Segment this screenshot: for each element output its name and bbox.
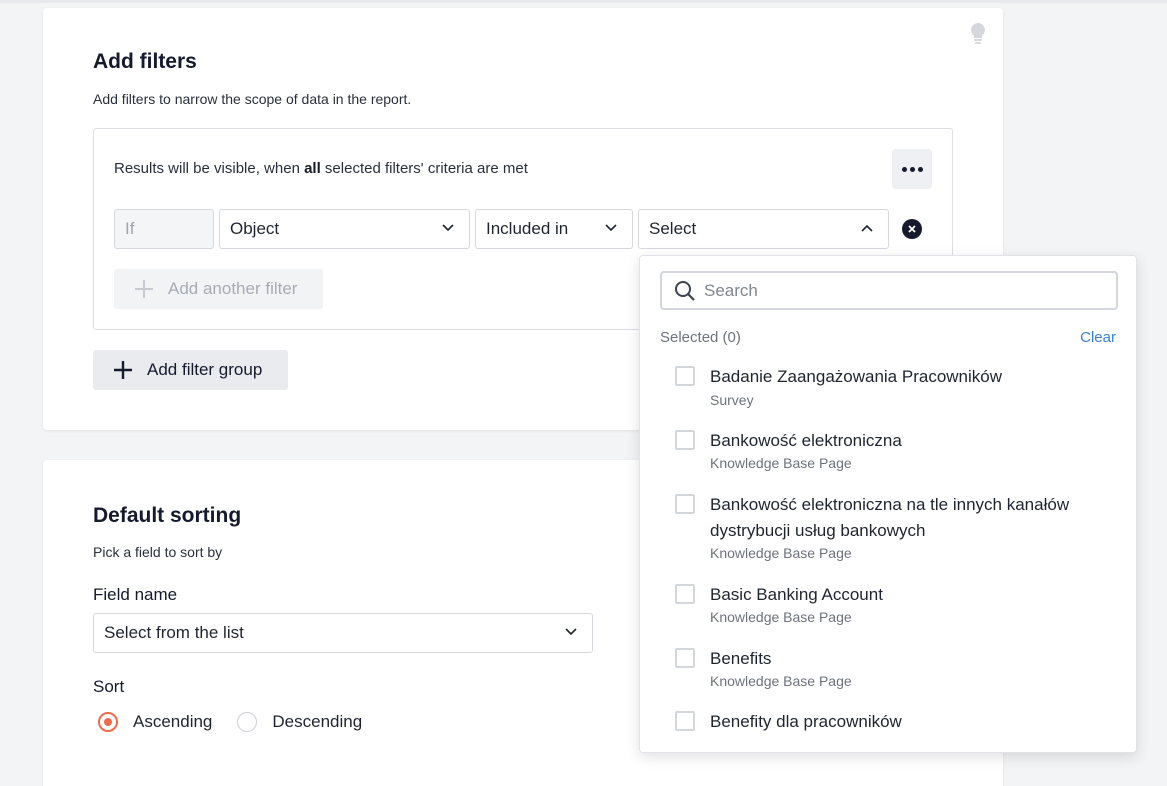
close-icon [908, 225, 916, 233]
chevron-down-icon [565, 628, 577, 636]
more-options-button[interactable] [892, 149, 932, 189]
sorting-title: Default sorting [93, 504, 242, 527]
checkbox[interactable] [675, 711, 695, 731]
if-label-field: If [114, 209, 214, 249]
sorting-description: Pick a field to sort by [93, 544, 223, 560]
sort-direction-group: Ascending Descending [98, 712, 387, 732]
operator-select[interactable]: Included in [475, 209, 633, 249]
dot [917, 166, 923, 172]
chevron-up-icon [861, 224, 873, 232]
clear-link[interactable]: Clear [1080, 329, 1116, 346]
dot [909, 166, 915, 172]
checkbox[interactable] [675, 430, 695, 450]
sort-label: Sort [93, 677, 125, 696]
sort-field-select[interactable]: Select from the list [93, 613, 593, 653]
sort-ascending-option[interactable]: Ascending [98, 712, 212, 732]
object-select[interactable]: Object [219, 209, 470, 249]
checkbox[interactable] [675, 494, 695, 514]
radio-ascending[interactable] [98, 712, 118, 732]
filters-title: Add filters [93, 50, 197, 73]
dot [901, 166, 907, 172]
radio-descending[interactable] [237, 712, 258, 732]
plus-icon [135, 280, 153, 298]
value-select[interactable]: Select [638, 209, 889, 249]
add-filter-group-button[interactable]: Add filter group [93, 350, 288, 390]
filter-group-note: Results will be visible, when all select… [114, 160, 528, 177]
top-divider [0, 0, 1167, 3]
remove-filter-button[interactable] [902, 219, 922, 239]
checkbox[interactable] [675, 366, 695, 386]
select-dropdown-panel: Selected (0) Clear Badanie Zaangażowania… [639, 255, 1137, 753]
filters-description: Add filters to narrow the scope of data … [93, 91, 412, 107]
dropdown-search[interactable] [660, 271, 1118, 310]
lightbulb-icon[interactable] [969, 22, 987, 44]
plus-icon [114, 361, 132, 379]
search-icon [675, 280, 695, 301]
add-another-filter-button[interactable]: Add another filter [114, 269, 323, 309]
selected-count: Selected (0) [660, 329, 741, 346]
checkbox[interactable] [675, 648, 695, 668]
checkbox[interactable] [675, 584, 695, 604]
sort-descending-option[interactable]: Descending [237, 712, 362, 732]
chevron-down-icon [605, 224, 617, 232]
chevron-down-icon [442, 224, 454, 232]
field-name-label: Field name [93, 585, 178, 604]
search-input[interactable] [704, 280, 1084, 301]
